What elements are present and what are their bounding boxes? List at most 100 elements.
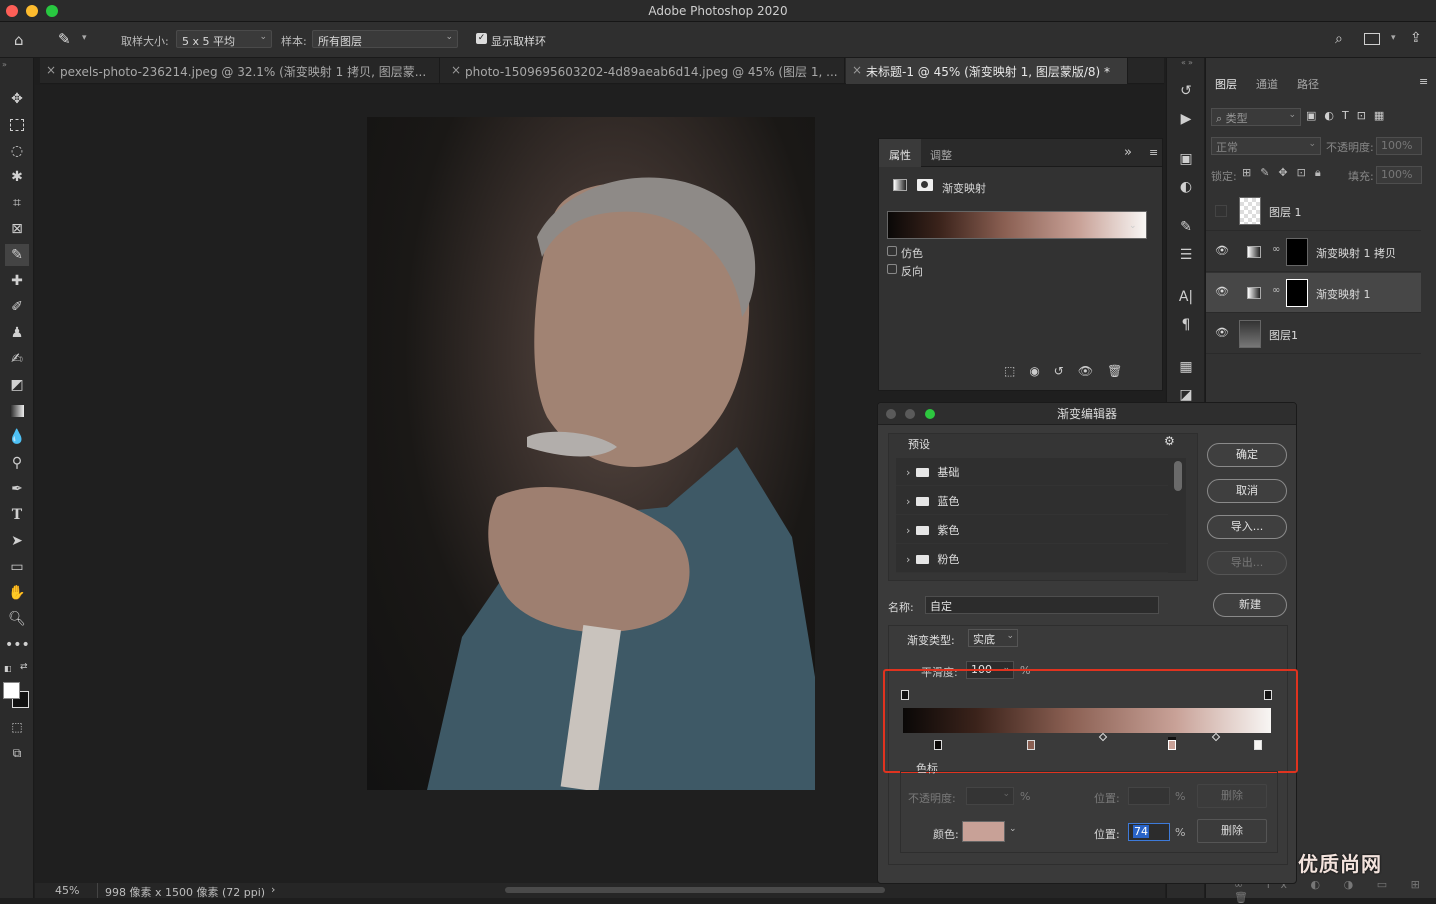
quick-select-tool-icon[interactable]: ✱ <box>5 166 29 188</box>
crop-tool-icon[interactable]: ⌗ <box>5 192 29 214</box>
gradient-tool-icon[interactable] <box>5 400 29 422</box>
eye-icon[interactable]: 👁︎ <box>1215 326 1229 339</box>
collapse-toolbar-icon[interactable]: » <box>2 60 7 69</box>
frame-tool-icon[interactable]: ⊠ <box>5 218 29 240</box>
dither-checkbox[interactable] <box>887 246 897 256</box>
document-image[interactable] <box>367 117 815 790</box>
zoom-level[interactable]: 45% <box>55 884 79 897</box>
workspace-icon[interactable] <box>1364 33 1380 45</box>
default-colors-icon[interactable]: ◧ <box>4 664 12 673</box>
preset-folder[interactable]: › 紫色 <box>896 518 1168 544</box>
eye-icon[interactable]: 👁︎ <box>1215 285 1229 298</box>
libraries-grid-icon[interactable]: ▦ <box>1174 356 1198 378</box>
mask-icon[interactable] <box>917 179 933 191</box>
expand-panel-icon[interactable]: » <box>1124 145 1132 160</box>
quick-mask-icon[interactable]: ⬚ <box>5 716 29 738</box>
tab-channels[interactable]: 通道 <box>1256 76 1278 92</box>
close-tab-icon[interactable]: × <box>46 63 56 77</box>
more-tools-icon[interactable]: ••• <box>5 634 30 656</box>
status-menu-arrow-icon[interactable]: › <box>271 883 275 896</box>
eraser-tool-icon[interactable]: ◩ <box>5 374 29 396</box>
layer-row-selected[interactable]: 👁︎ ∞ 渐变映射 1 <box>1206 273 1421 313</box>
rectangle-tool-icon[interactable]: ▭ <box>5 556 29 578</box>
brush-settings-icon[interactable]: ✎ <box>1174 216 1198 238</box>
link-icon[interactable]: ∞ <box>1272 285 1280 296</box>
layer-row[interactable]: 👁︎ ∞ 渐变映射 1 拷贝 <box>1206 232 1421 272</box>
gradient-picker[interactable] <box>887 211 1147 239</box>
import-button[interactable]: 导入... <box>1207 515 1287 539</box>
cancel-button[interactable]: 取消 <box>1207 479 1287 503</box>
reverse-checkbox[interactable] <box>887 264 897 274</box>
layer-row[interactable]: 图层 1 <box>1206 191 1421 231</box>
layer-mask-thumbnail[interactable] <box>1286 238 1308 266</box>
document-tab[interactable]: × pexels-photo-236214.jpeg @ 32.1% (渐变映射 … <box>40 58 440 84</box>
eyedropper-tool-icon[interactable]: ✎ <box>5 244 29 266</box>
lasso-tool-icon[interactable]: ◌ <box>5 140 29 162</box>
adjustments-icon[interactable]: ▣ <box>1174 148 1198 170</box>
tab-layers[interactable]: 图层 <box>1215 76 1237 92</box>
ok-button[interactable]: 确定 <box>1207 443 1287 467</box>
stop-color-swatch[interactable] <box>962 821 1005 842</box>
preset-folder[interactable]: › 基础 <box>896 460 1168 486</box>
dodge-tool-icon[interactable]: ⚲ <box>5 452 29 474</box>
home-icon[interactable]: ⌂ <box>14 31 24 49</box>
close-tab-icon[interactable]: × <box>451 63 461 77</box>
gradient-type-select[interactable]: 实底 ⌄ <box>968 629 1018 647</box>
visibility-toggle-off[interactable] <box>1215 205 1227 217</box>
close-dialog-button[interactable] <box>886 409 896 419</box>
hand-tool-icon[interactable]: ✋ <box>5 582 29 604</box>
preset-folder[interactable]: › 粉色 <box>896 547 1168 573</box>
history-brush-tool-icon[interactable]: ✍ <box>5 348 29 370</box>
stamp-tool-icon[interactable]: ♟ <box>5 322 29 344</box>
lock-icons[interactable]: ⊞✎✥⊡🔒︎ <box>1242 166 1330 180</box>
workspace-chevron-icon[interactable]: ▾ <box>1391 33 1396 43</box>
zoom-dialog-button[interactable] <box>925 409 935 419</box>
document-tab-active[interactable]: × 未标题-1 @ 45% (渐变映射 1, 图层蒙版/8) * <box>846 58 1128 84</box>
eye-icon[interactable]: 👁︎ <box>1215 244 1229 257</box>
tool-preset-chevron-icon[interactable]: ▾ <box>82 33 87 43</box>
tab-adjustments[interactable]: 调整 <box>930 147 952 163</box>
move-tool-icon[interactable]: ✥ <box>5 88 29 110</box>
layer-mask-thumbnail[interactable] <box>1286 279 1308 307</box>
fill-input[interactable]: 100% <box>1376 166 1422 184</box>
paragraph-icon[interactable]: ¶ <box>1174 314 1198 336</box>
tab-properties[interactable]: 属性 <box>889 147 911 163</box>
layer-row[interactable]: 👁︎ 图层1 <box>1206 314 1421 354</box>
panel-menu-icon[interactable]: ≡ <box>1149 146 1158 159</box>
color-wheel-icon[interactable]: ◐ <box>1174 176 1198 198</box>
type-tool-icon[interactable]: T <box>5 504 29 526</box>
new-gradient-button[interactable]: 新建 <box>1213 593 1287 617</box>
chevron-down-icon[interactable]: ⌄ <box>1009 824 1017 834</box>
healing-brush-tool-icon[interactable]: ✚ <box>5 270 29 292</box>
close-tab-icon[interactable]: × <box>852 63 862 77</box>
collapse-icons-icon[interactable]: « <box>1181 58 1186 67</box>
layer-filter-icons[interactable]: ▣◐T⊡▦ <box>1306 109 1392 122</box>
character-icon[interactable]: A| <box>1174 286 1198 308</box>
gradient-name-input[interactable]: 自定 <box>925 596 1159 614</box>
foreground-color-swatch[interactable] <box>3 682 20 699</box>
document-tab[interactable]: × photo-1509695603202-4d89aeab6d14.jpeg @… <box>445 58 845 84</box>
color-position-input[interactable]: 74 <box>1128 823 1170 841</box>
history-icon[interactable]: ↺ <box>1174 80 1198 102</box>
swap-colors-icon[interactable]: ⇄ <box>20 662 28 672</box>
search-icon[interactable]: ⌕ <box>1335 31 1343 47</box>
brush-tool-icon[interactable]: ✐ <box>5 296 29 318</box>
horizontal-scrollbar[interactable] <box>505 887 885 893</box>
zoom-tool-icon[interactable]: 🔍︎ <box>5 608 29 630</box>
link-icon[interactable]: ∞ <box>1272 244 1280 255</box>
panel-menu-icon[interactable]: ≡ <box>1419 75 1428 88</box>
sample-select[interactable]: 所有图层 ⌄ <box>312 30 458 48</box>
properties-footer-icons[interactable]: ⬚◉↺👁︎🗑︎ <box>1004 364 1136 378</box>
blend-mode-select[interactable]: 正常 ⌄ <box>1211 137 1321 155</box>
marquee-tool-icon[interactable] <box>5 114 29 136</box>
pen-tool-icon[interactable]: ✒ <box>5 478 29 500</box>
actions-play-icon[interactable]: ▶ <box>1174 108 1198 130</box>
presets-scrollbar[interactable] <box>1174 461 1182 491</box>
opacity-input[interactable]: 100% <box>1376 137 1422 155</box>
path-select-tool-icon[interactable]: ➤ <box>5 530 29 552</box>
sample-size-select[interactable]: 5 x 5 平均 ⌄ <box>176 30 272 48</box>
eyedropper-tool-icon[interactable]: ✎ <box>58 30 71 48</box>
delete-color-stop-button[interactable]: 删除 <box>1197 819 1267 843</box>
preset-folder[interactable]: › 蓝色 <box>896 489 1168 515</box>
share-icon[interactable]: ⇪ <box>1410 30 1422 46</box>
